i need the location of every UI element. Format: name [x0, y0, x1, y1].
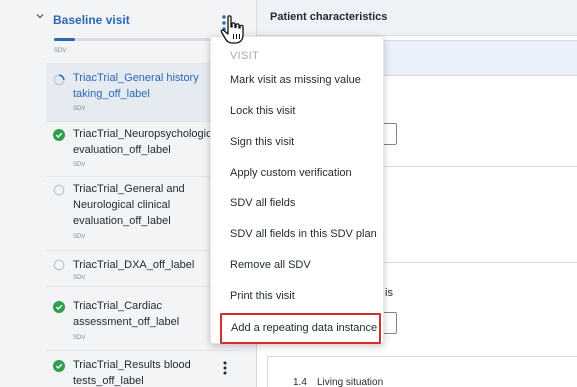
form-sdv-tag: SDV	[73, 335, 86, 341]
visit-context-menu: VISIT Mark visit as missing value Lock t…	[210, 36, 384, 344]
menu-item-lock-visit[interactable]: Lock this visit	[211, 96, 385, 127]
subsection	[267, 356, 577, 387]
section-header: Patient characteristics	[257, 0, 577, 36]
empty-circle-icon	[53, 259, 65, 271]
form-sdv-tag: SDV	[73, 162, 86, 168]
app-root: { "visit": { "title": "Baseline visit", …	[0, 0, 577, 387]
subsection-number: 1.4	[293, 377, 307, 387]
menu-heading: VISIT	[230, 50, 260, 62]
menu-item-add-repeating-instance[interactable]: Add a repeating data instance	[220, 313, 381, 344]
form-item[interactable]: TriacTrial_Results blood tests_off_label	[46, 350, 238, 387]
hand-pointer-icon	[220, 15, 244, 44]
menu-item-custom-verification[interactable]: Apply custom verification	[211, 158, 385, 189]
menu-item-mark-missing[interactable]: Mark visit as missing value	[211, 65, 385, 96]
visit-sdv-tag: SDV	[54, 48, 67, 54]
visit-progress-fill	[54, 38, 76, 41]
menu-item-print-visit[interactable]: Print this visit	[211, 281, 385, 312]
field-label: is	[385, 287, 393, 299]
visit-progress-bar	[54, 38, 230, 41]
check-circle-icon	[53, 129, 65, 141]
section-title: Patient characteristics	[270, 11, 388, 23]
menu-item-sdv-all[interactable]: SDV all fields	[211, 188, 385, 219]
menu-item-remove-sdv[interactable]: Remove all SDV	[211, 250, 385, 281]
visit-title[interactable]: Baseline visit	[53, 13, 130, 27]
empty-circle-icon	[53, 184, 65, 196]
kebab-menu-icon[interactable]	[220, 361, 230, 375]
menu-item-sign-visit[interactable]: Sign this visit	[211, 127, 385, 158]
form-sdv-tag: SDV	[73, 106, 86, 112]
visit-header[interactable]: Baseline visit SDV	[24, 0, 238, 58]
subsection-title: Living situation	[317, 377, 384, 387]
check-circle-icon	[53, 360, 65, 372]
form-sdv-tag: SDV	[73, 275, 86, 281]
check-circle-icon	[53, 301, 65, 313]
visit-sidebar: Baseline visit SDV TriacTrial_General hi…	[24, 0, 238, 387]
menu-item-sdv-plan[interactable]: SDV all fields in this SDV plan	[211, 219, 385, 250]
progress-circle-icon	[53, 74, 65, 86]
form-sdv-tag: SDV	[73, 234, 86, 240]
form-label[interactable]: TriacTrial_Results blood tests_off_label	[73, 357, 235, 387]
chevron-down-icon[interactable]	[34, 10, 46, 22]
